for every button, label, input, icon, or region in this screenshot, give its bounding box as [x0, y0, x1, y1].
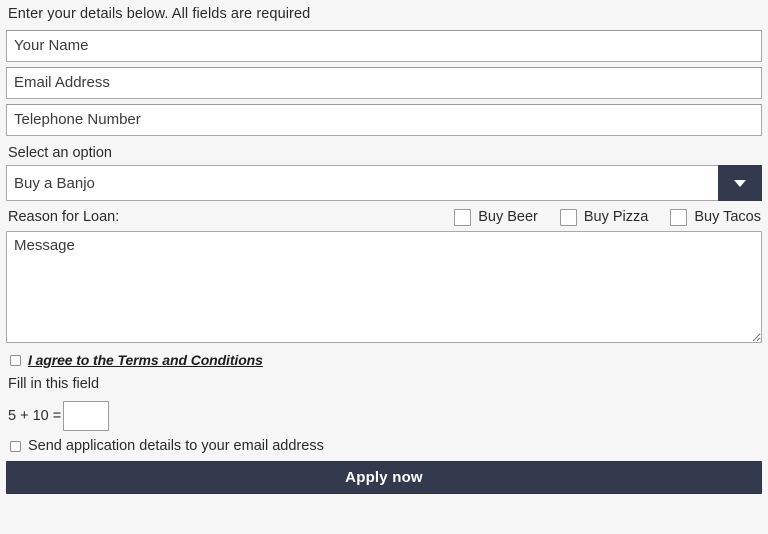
send-copy-checkbox[interactable] — [10, 440, 21, 452]
select-dropdown-button[interactable] — [718, 165, 762, 201]
apply-now-button[interactable]: Apply now — [6, 460, 762, 494]
chevron-down-icon — [734, 179, 746, 187]
terms-and-conditions-link[interactable]: I agree to the Terms and Conditions — [28, 352, 263, 368]
checkbox-box-icon[interactable] — [670, 208, 688, 226]
reason-checkbox-group: Buy Beer Buy Pizza Buy Tacos — [454, 208, 762, 226]
checkbox-buy-tacos-label: Buy Tacos — [694, 209, 761, 225]
option-select-value[interactable]: Buy a Banjo — [6, 165, 718, 201]
checkbox-box-icon[interactable] — [454, 208, 472, 226]
checkbox-buy-beer-label: Buy Beer — [478, 209, 538, 225]
captcha-expression: 5 + 10 = — [8, 407, 62, 424]
checkbox-box-icon[interactable] — [559, 208, 577, 226]
your-name-input[interactable] — [6, 29, 762, 62]
select-an-option-label: Select an option — [8, 144, 112, 161]
send-copy-label: Send application details to your email a… — [28, 438, 324, 454]
captcha-row: 5 + 10 = — [6, 396, 762, 436]
reason-for-loan-row: Reason for Loan: Buy Beer Buy Pizza Buy … — [6, 203, 762, 231]
checkbox-buy-beer[interactable]: Buy Beer — [454, 208, 538, 226]
telephone-number-input[interactable] — [6, 103, 762, 136]
send-copy-row: Send application details to your email a… — [6, 436, 762, 458]
captcha-instruction-label: Fill in this field — [8, 376, 100, 392]
message-textarea[interactable] — [6, 231, 762, 343]
email-address-input[interactable] — [6, 66, 762, 99]
terms-agreement-row: I agree to the Terms and Conditions — [6, 347, 762, 369]
terms-checkbox[interactable] — [10, 354, 21, 366]
captcha-answer-input[interactable] — [63, 400, 110, 431]
checkbox-buy-pizza[interactable]: Buy Pizza — [559, 208, 649, 226]
checkbox-buy-tacos[interactable]: Buy Tacos — [670, 208, 761, 226]
option-select[interactable]: Buy a Banjo — [6, 165, 762, 201]
checkbox-buy-pizza-label: Buy Pizza — [583, 209, 649, 225]
reason-for-loan-label: Reason for Loan: — [8, 209, 120, 225]
form-intro-text: Enter your details below. All fields are… — [8, 6, 311, 22]
application-form: Enter your details below. All fields are… — [0, 0, 768, 534]
